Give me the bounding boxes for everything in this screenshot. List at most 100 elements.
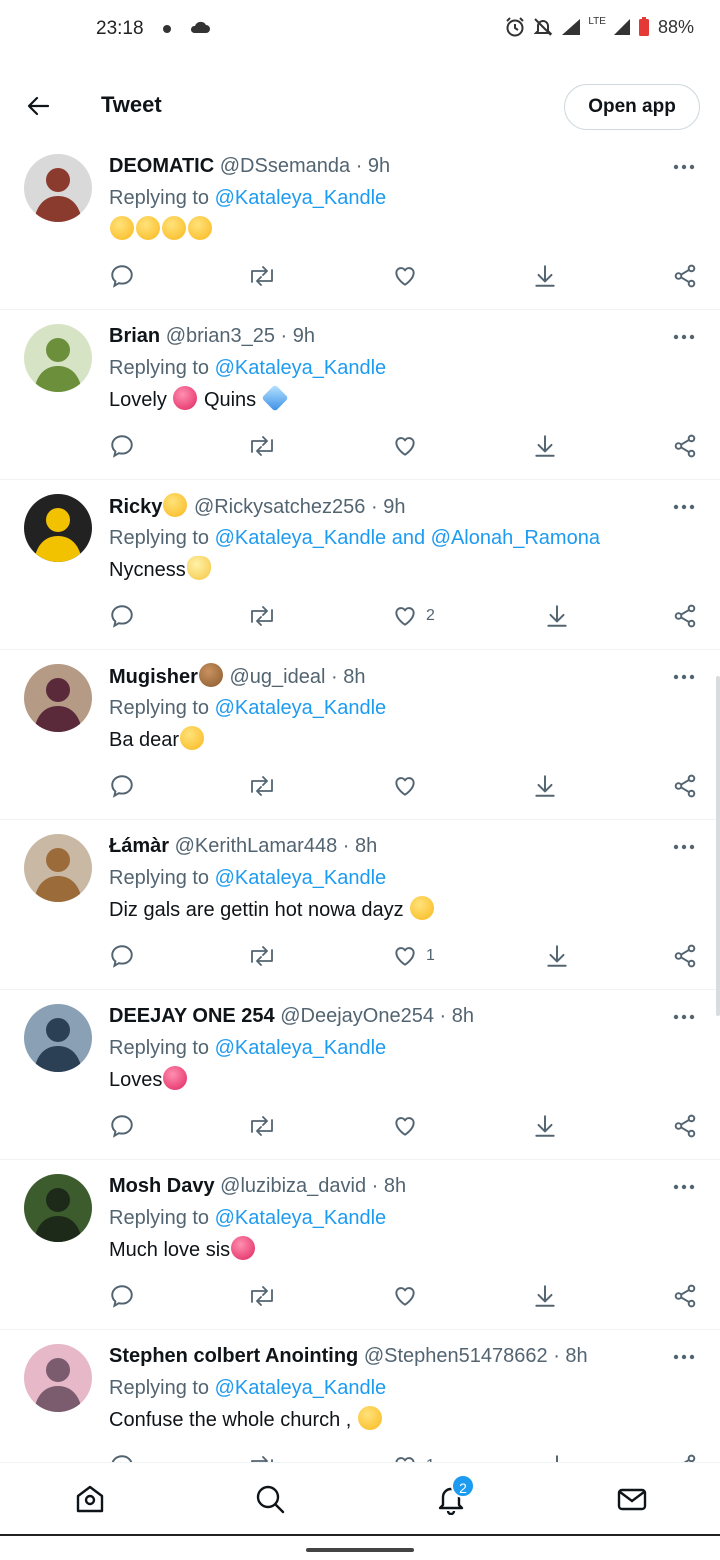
like-button[interactable]: 1	[392, 1448, 435, 1462]
mention-link[interactable]: @Kataleya_Kandle and @Alonah_Ramona	[215, 527, 600, 549]
like-button[interactable]	[392, 1278, 426, 1314]
reply-button[interactable]	[109, 1448, 135, 1462]
display-name[interactable]: Stephen colbert Anointing	[109, 1345, 358, 1367]
search-tab[interactable]	[250, 1481, 290, 1521]
mention-link[interactable]: @Kataleya_Kandle	[215, 697, 387, 719]
mention-link[interactable]: @Kataleya_Kandle	[215, 1037, 387, 1059]
user-handle[interactable]: @DSsemanda	[220, 155, 350, 177]
timestamp[interactable]: 8h	[384, 1175, 406, 1197]
display-name[interactable]: DEOMATIC	[109, 155, 214, 177]
more-options-button[interactable]	[672, 664, 696, 688]
like-button[interactable]	[392, 258, 426, 294]
timestamp[interactable]: 8h	[343, 666, 365, 688]
timestamp[interactable]: 9h	[368, 155, 390, 177]
avatar[interactable]	[24, 324, 92, 392]
display-name[interactable]: Mugisher	[109, 666, 198, 688]
avatar[interactable]	[24, 1344, 92, 1412]
retweet-button[interactable]	[247, 768, 277, 804]
scrollbar[interactable]	[716, 676, 720, 1016]
display-name[interactable]: Brian	[109, 325, 160, 347]
timestamp[interactable]: 8h	[565, 1345, 587, 1367]
open-app-button[interactable]: Open app	[564, 84, 700, 130]
download-button[interactable]	[532, 768, 558, 804]
reply-button[interactable]	[109, 1108, 135, 1144]
more-options-button[interactable]	[672, 1174, 696, 1198]
reply-button[interactable]	[109, 428, 135, 464]
tweet-reply[interactable]: Mugisher @ug_ideal · 8h Replying to @Kat…	[0, 650, 720, 820]
user-handle[interactable]: @Stephen51478662	[364, 1345, 548, 1367]
reply-button[interactable]	[109, 768, 135, 804]
download-button[interactable]	[532, 258, 558, 294]
more-options-button[interactable]	[672, 1004, 696, 1028]
mention-link[interactable]: @Kataleya_Kandle	[215, 187, 387, 209]
avatar[interactable]	[24, 494, 92, 562]
download-button[interactable]	[544, 1448, 570, 1462]
user-handle[interactable]: @ug_ideal	[229, 666, 325, 688]
timestamp[interactable]: 8h	[355, 835, 377, 857]
tweet-reply[interactable]: Mosh Davy @luzibiza_david · 8h Replying …	[0, 1160, 720, 1330]
more-options-button[interactable]	[672, 1344, 696, 1368]
like-button[interactable]: 2	[392, 598, 435, 634]
download-button[interactable]	[532, 1278, 558, 1314]
mention-link[interactable]: @Kataleya_Kandle	[215, 357, 387, 379]
avatar[interactable]	[24, 1174, 92, 1242]
timestamp[interactable]: 9h	[383, 496, 405, 518]
messages-tab[interactable]	[612, 1481, 652, 1521]
reply-button[interactable]	[109, 598, 135, 634]
like-button[interactable]	[392, 768, 426, 804]
display-name[interactable]: Łámàr	[109, 835, 169, 857]
reply-button[interactable]	[109, 258, 135, 294]
display-name[interactable]: Mosh Davy	[109, 1175, 215, 1197]
mention-link[interactable]: @Kataleya_Kandle	[215, 867, 387, 889]
reply-button[interactable]	[109, 1278, 135, 1314]
tweet-reply[interactable]: Ricky @Rickysatchez256 · 9h Replying to …	[0, 480, 720, 650]
reply-button[interactable]	[109, 938, 135, 974]
user-handle[interactable]: @DeejayOne254	[280, 1005, 434, 1027]
share-button[interactable]	[672, 1108, 698, 1144]
home-tab[interactable]	[70, 1481, 110, 1521]
like-button[interactable]: 1	[392, 938, 435, 974]
like-button[interactable]	[392, 428, 426, 464]
display-name[interactable]: Ricky	[109, 496, 162, 518]
share-button[interactable]	[672, 768, 698, 804]
tweet-reply[interactable]: Brian @brian3_25 · 9h Replying to @Katal…	[0, 310, 720, 480]
retweet-button[interactable]	[247, 428, 277, 464]
share-button[interactable]	[672, 1278, 698, 1314]
reply-feed[interactable]: DEOMATIC @DSsemanda · 9h Replying to @Ka…	[0, 140, 720, 1462]
user-handle[interactable]: @luzibiza_david	[220, 1175, 366, 1197]
share-button[interactable]	[672, 598, 698, 634]
download-button[interactable]	[544, 598, 570, 634]
tweet-reply[interactable]: DEEJAY ONE 254 @DeejayOne254 · 8h Replyi…	[0, 990, 720, 1160]
retweet-button[interactable]	[247, 598, 277, 634]
more-options-button[interactable]	[672, 494, 696, 518]
share-button[interactable]	[672, 1448, 698, 1462]
avatar[interactable]	[24, 1004, 92, 1072]
more-options-button[interactable]	[672, 324, 696, 348]
back-button[interactable]	[20, 90, 56, 126]
retweet-button[interactable]	[247, 1278, 277, 1314]
display-name[interactable]: DEEJAY ONE 254	[109, 1005, 275, 1027]
like-button[interactable]	[392, 1108, 426, 1144]
tweet-reply[interactable]: DEOMATIC @DSsemanda · 9h Replying to @Ka…	[0, 140, 720, 310]
download-button[interactable]	[544, 938, 570, 974]
user-handle[interactable]: @KerithLamar448	[175, 835, 338, 857]
tweet-reply[interactable]: Stephen colbert Anointing @Stephen514786…	[0, 1330, 720, 1462]
avatar[interactable]	[24, 834, 92, 902]
retweet-button[interactable]	[247, 1448, 277, 1462]
avatar[interactable]	[24, 154, 92, 222]
download-button[interactable]	[532, 428, 558, 464]
retweet-button[interactable]	[247, 1108, 277, 1144]
user-handle[interactable]: @Rickysatchez256	[194, 496, 365, 518]
retweet-button[interactable]	[247, 258, 277, 294]
more-options-button[interactable]	[672, 154, 696, 178]
share-button[interactable]	[672, 938, 698, 974]
timestamp[interactable]: 9h	[293, 325, 315, 347]
timestamp[interactable]: 8h	[452, 1005, 474, 1027]
mention-link[interactable]: @Kataleya_Kandle	[215, 1377, 387, 1399]
gesture-bar[interactable]	[306, 1548, 414, 1552]
retweet-button[interactable]	[247, 938, 277, 974]
user-handle[interactable]: @brian3_25	[166, 325, 275, 347]
download-button[interactable]	[532, 1108, 558, 1144]
avatar[interactable]	[24, 664, 92, 732]
share-button[interactable]	[672, 428, 698, 464]
